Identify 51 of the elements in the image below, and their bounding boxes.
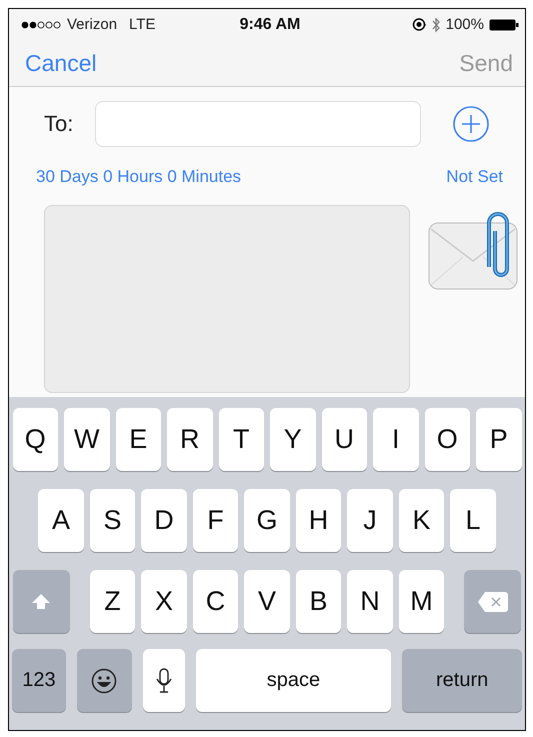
key[interactable]: R xyxy=(167,408,212,471)
shift-icon xyxy=(30,592,52,612)
space-bar[interactable]: space xyxy=(196,649,392,712)
key[interactable]: E xyxy=(116,408,161,471)
key[interactable]: C xyxy=(192,570,238,633)
recipient-field[interactable] xyxy=(95,101,421,147)
key[interactable]: Y xyxy=(270,408,316,471)
battery-percent: 100% xyxy=(446,16,484,33)
microphone-icon xyxy=(156,668,172,694)
battery-icon xyxy=(488,18,519,30)
signal-icon xyxy=(21,20,61,30)
dictation-key[interactable] xyxy=(142,649,185,712)
backspace-icon xyxy=(476,590,509,614)
key[interactable]: A xyxy=(38,489,84,552)
message-field[interactable] xyxy=(44,205,410,393)
key[interactable]: Z xyxy=(90,570,136,633)
key[interactable]: G xyxy=(244,489,290,552)
expiry-link[interactable]: 30 Days 0 Hours 0 Minutes xyxy=(36,167,242,187)
delete-key[interactable] xyxy=(464,570,522,633)
key[interactable]: P xyxy=(476,408,522,471)
key[interactable]: M xyxy=(398,570,444,633)
status-time: 9:46 AM xyxy=(240,16,300,34)
emoji-icon xyxy=(91,668,118,694)
key[interactable]: Q xyxy=(12,408,58,471)
key[interactable]: T xyxy=(218,408,264,471)
key[interactable]: L xyxy=(450,489,496,552)
to-label: To: xyxy=(44,111,74,137)
rotation-lock-icon xyxy=(412,17,427,32)
add-contact-icon[interactable] xyxy=(452,105,490,143)
numbers-key[interactable]: 123 xyxy=(12,649,66,712)
key[interactable]: O xyxy=(424,408,470,471)
key[interactable]: I xyxy=(373,408,418,471)
bluetooth-icon xyxy=(432,16,441,32)
key[interactable]: D xyxy=(141,489,187,552)
network-type: LTE xyxy=(129,16,156,33)
emoji-key[interactable] xyxy=(76,649,132,712)
key[interactable]: V xyxy=(244,570,290,633)
key[interactable]: J xyxy=(347,489,393,552)
key[interactable]: F xyxy=(192,489,238,552)
key[interactable]: N xyxy=(347,570,393,633)
key[interactable]: K xyxy=(398,489,444,552)
key[interactable]: B xyxy=(296,570,342,633)
return-key[interactable]: return xyxy=(402,649,522,712)
key[interactable]: S xyxy=(90,489,136,552)
key[interactable]: H xyxy=(296,489,342,552)
carrier-name: Verizon xyxy=(67,16,118,33)
key[interactable]: X xyxy=(141,570,187,633)
key[interactable]: W xyxy=(64,408,110,471)
key[interactable]: U xyxy=(322,408,367,471)
schedule-link[interactable]: Not Set xyxy=(446,167,503,187)
shift-key[interactable] xyxy=(12,570,70,633)
